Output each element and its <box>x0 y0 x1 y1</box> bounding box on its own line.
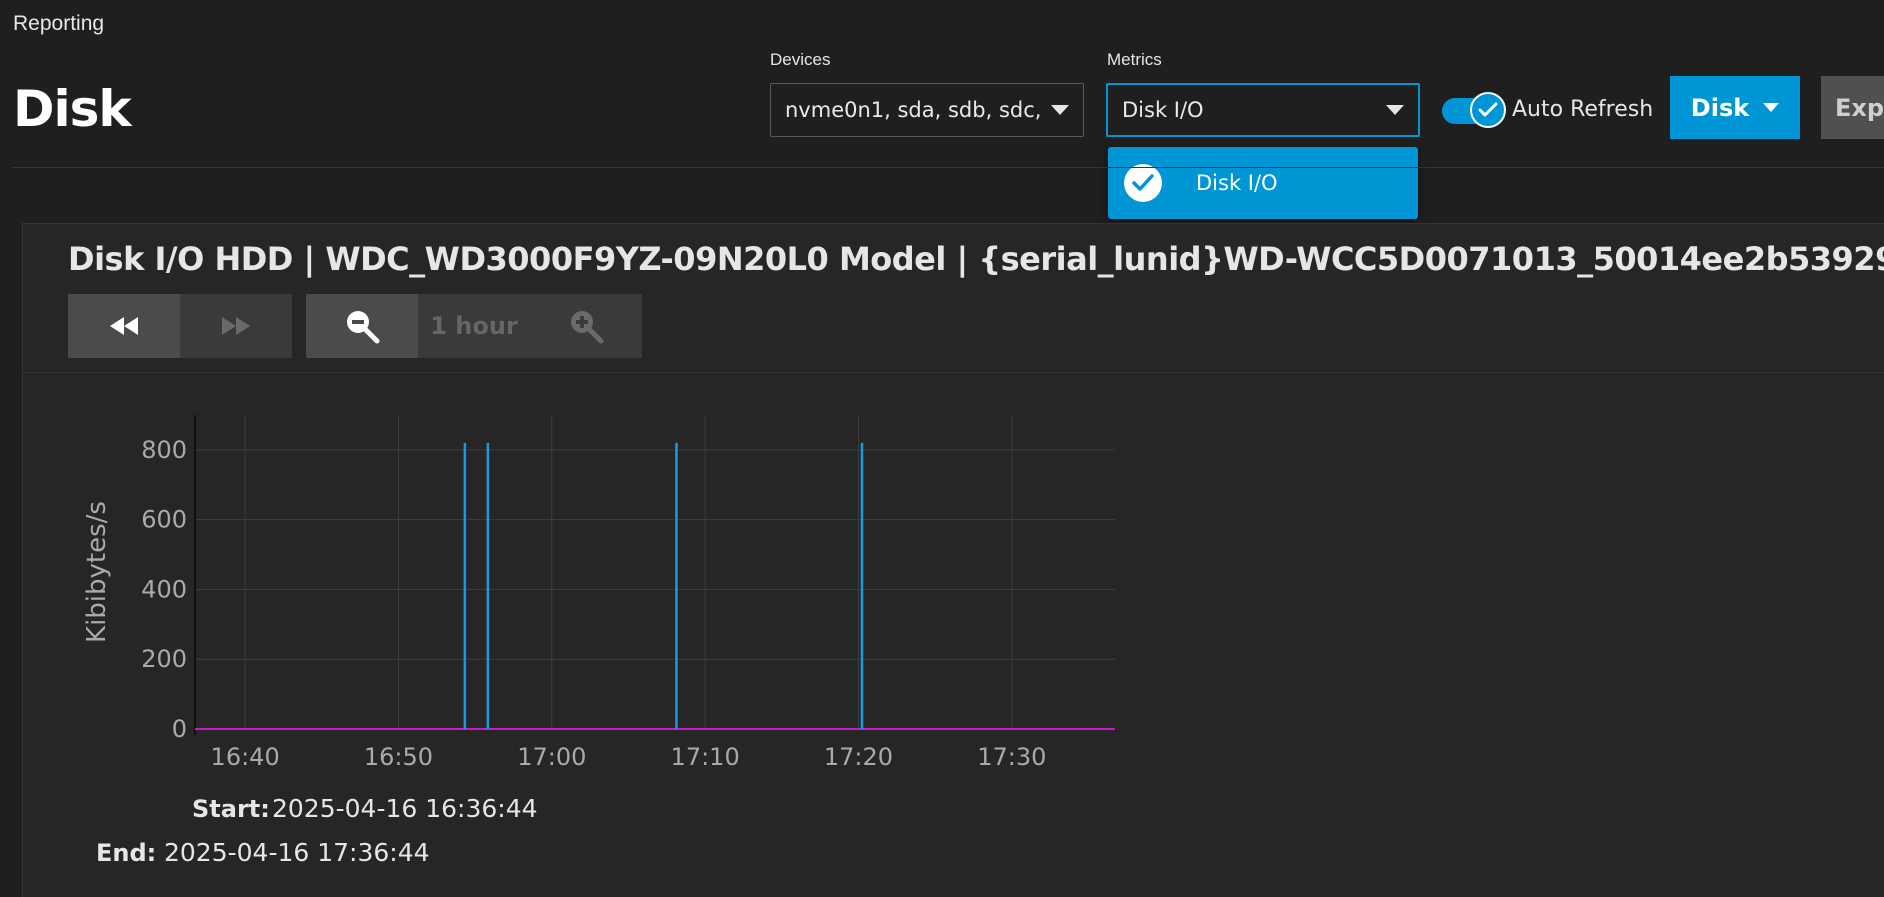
y-tick-label: 400 <box>141 575 187 603</box>
caret-down-icon <box>1763 103 1780 112</box>
check-icon[interactable] <box>1470 92 1506 128</box>
caret-down-icon <box>1051 105 1069 115</box>
export-button[interactable]: Expo <box>1821 76 1884 139</box>
disk-button-label: Disk <box>1690 93 1750 122</box>
x-tick-label: 17:20 <box>824 743 893 771</box>
y-tick-label: 800 <box>141 436 187 464</box>
y-axis-label: Kibibytes/s <box>82 501 112 643</box>
metrics-select[interactable]: Disk I/O <box>1106 83 1420 137</box>
disk-button[interactable]: Disk <box>1670 76 1800 139</box>
metrics-option-disk-io[interactable]: Disk I/O <box>1108 147 1418 219</box>
zoom-in-icon <box>571 311 604 344</box>
header-divider <box>12 167 1884 168</box>
page-title: Disk <box>13 80 132 138</box>
zoom-in-button[interactable] <box>530 294 642 358</box>
x-tick-label: 17:30 <box>977 743 1046 771</box>
metrics-option-label: Disk I/O <box>1196 171 1278 195</box>
end-label: End: <box>96 839 157 867</box>
devices-select-value: nvme0n1, sda, sdb, sdc,... <box>785 98 1041 122</box>
card-title: Disk I/O HDD | WDC_WD3000F9YZ-09N20L0 Mo… <box>68 240 1884 278</box>
caret-down-icon <box>1386 105 1404 115</box>
zoom-out-button[interactable] <box>306 294 418 358</box>
end-value: 2025-04-16 17:36:44 <box>164 838 430 867</box>
fast-forward-button[interactable] <box>180 294 292 358</box>
x-tick-label: 17:00 <box>517 743 586 771</box>
card-divider <box>22 372 1884 373</box>
metrics-label: Metrics <box>1107 50 1162 69</box>
y-tick-label: 0 <box>172 715 187 743</box>
y-tick-label: 200 <box>141 645 187 673</box>
x-tick-label: 16:50 <box>364 743 433 771</box>
zoom-level: 1 hour <box>430 312 518 340</box>
time-nav-group <box>68 294 292 358</box>
x-tick-label: 16:40 <box>211 743 280 771</box>
rewind-icon <box>110 317 138 335</box>
auto-refresh-label: Auto Refresh <box>1512 97 1654 122</box>
breadcrumb[interactable]: Reporting <box>13 12 104 36</box>
rewind-button[interactable] <box>68 294 180 358</box>
metrics-select-value: Disk I/O <box>1122 98 1204 122</box>
start-value: 2025-04-16 16:36:44 <box>272 794 538 823</box>
disk-io-chart: 0 200 400 600 800 16:40 16:50 17:00 17:10 17:20 17… <box>82 415 1115 771</box>
start-label: Start: <box>192 795 270 823</box>
devices-label: Devices <box>770 50 831 69</box>
export-button-label: Expo <box>1835 93 1884 122</box>
fast-forward-icon <box>222 317 250 335</box>
x-tick-label: 17:10 <box>671 743 740 771</box>
zoom-out-icon <box>347 311 380 344</box>
devices-select[interactable]: nvme0n1, sda, sdb, sdc,... <box>770 83 1084 137</box>
check-icon <box>1124 164 1162 202</box>
y-tick-label: 600 <box>141 506 187 534</box>
zoom-group: 1 hour <box>306 294 642 358</box>
